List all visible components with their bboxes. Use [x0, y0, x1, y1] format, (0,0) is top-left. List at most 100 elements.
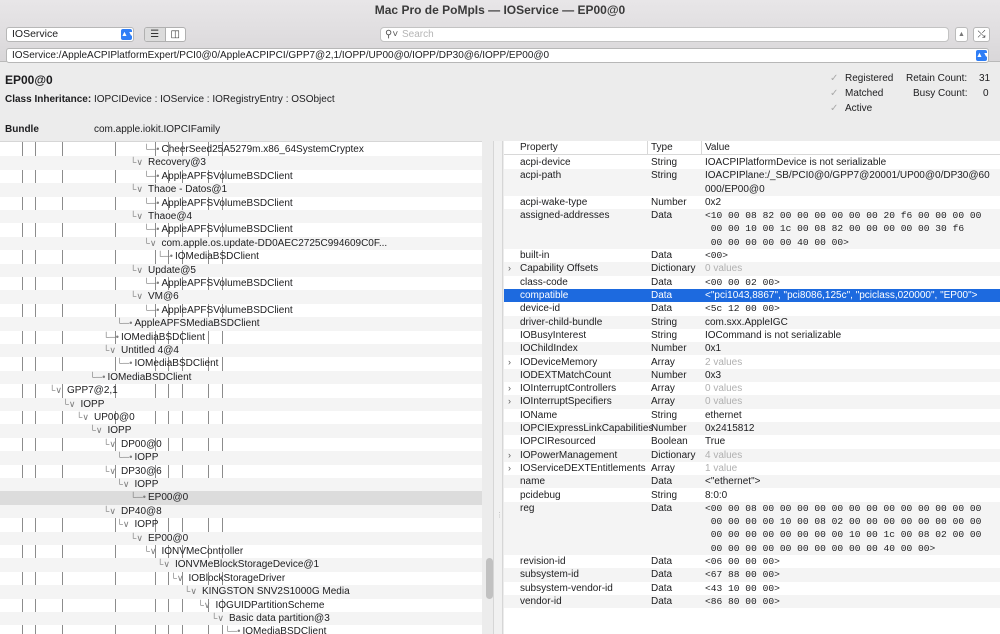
- plane-select[interactable]: IOService ▲▼: [6, 27, 135, 42]
- property-row[interactable]: acpi-device String IOACPIPlatformDevice is…: [504, 156, 1000, 169]
- list-view-icon[interactable]: ☰: [145, 28, 165, 41]
- column-header-type[interactable]: Type: [651, 141, 673, 154]
- tree-node[interactable]: └∨ Thaoe - Datos@1: [0, 183, 482, 197]
- disclosure-open-icon[interactable]: └∨: [130, 156, 143, 169]
- disclosure-open-icon[interactable]: └∨: [144, 237, 157, 250]
- property-row[interactable]: subsystem-vendor-id Data <43 10 00 00>: [504, 582, 1000, 595]
- property-row[interactable]: revision-id Data <06 00 00 00>: [504, 555, 1000, 568]
- tree-node[interactable]: └─• IOMediaBSDClient: [0, 331, 482, 344]
- tree-node[interactable]: └─• EP00@0: [0, 491, 482, 505]
- disclosure-open-icon[interactable]: └∨: [117, 518, 130, 531]
- tree-node[interactable]: └∨ UP00@0: [0, 411, 482, 424]
- view-mode-control[interactable]: ☰ ◫: [144, 27, 186, 42]
- disclosure-open-icon[interactable]: └∨: [49, 384, 62, 397]
- tree-node[interactable]: └─• AppleAPFSVolumeBSDClient: [0, 197, 482, 210]
- tree-node[interactable]: └─• IOPP: [0, 451, 482, 465]
- tree-node[interactable]: └─• IOMediaBSDClient: [0, 250, 482, 263]
- column-header-property[interactable]: Property: [520, 141, 558, 154]
- tree-node[interactable]: └∨ IONVMeBlockStorageDevice@1: [0, 558, 482, 572]
- property-row[interactable]: › IODeviceMemory Array 2 values: [504, 356, 1000, 369]
- disclosure-open-icon[interactable]: └∨: [211, 612, 224, 625]
- disclosure-icon[interactable]: ›: [508, 382, 511, 395]
- tree-node[interactable]: └∨ VM@6: [0, 290, 482, 304]
- search-field[interactable]: ⚲˅ Search: [380, 27, 949, 42]
- tree-node[interactable]: └∨ Update@5: [0, 263, 482, 277]
- disclosure-open-icon[interactable]: └∨: [171, 572, 184, 585]
- property-row[interactable]: vendor-id Data <86 80 00 00>: [504, 594, 1000, 609]
- tree-node[interactable]: └∨ com.apple.os.update-DD0AEC2725C994609C…: [0, 236, 482, 251]
- property-row[interactable]: pcidebug String 8:0:0: [504, 489, 1000, 502]
- property-row[interactable]: IOName String ethernet: [504, 409, 1000, 422]
- tree-node[interactable]: └∨ IOBlockStorageDriver: [0, 572, 482, 585]
- property-row[interactable]: driver-child-bundle String com.sxx.AppleIG…: [504, 315, 1000, 329]
- property-row[interactable]: › IOInterruptControllers Array 0 values: [504, 382, 1000, 395]
- property-row[interactable]: device-id Data <5c 12 00 00>: [504, 302, 1000, 315]
- disclosure-open-icon[interactable]: └∨: [103, 505, 116, 518]
- disclosure-open-icon[interactable]: └∨: [130, 290, 143, 303]
- column-header-value[interactable]: Value: [705, 141, 730, 154]
- tree-node[interactable]: └∨ DP40@8: [0, 504, 482, 519]
- disclosure-icon[interactable]: ›: [508, 262, 511, 275]
- disclosure-open-icon[interactable]: └∨: [130, 532, 143, 545]
- property-row[interactable]: compatible Data <"pci1043,8867", "pci8086,…: [504, 289, 1000, 303]
- disclosure-open-icon[interactable]: └∨: [103, 438, 116, 451]
- tree-node[interactable]: └∨ EP00@0: [0, 531, 482, 545]
- tree-node[interactable]: └─• AppleAPFSVolumeBSDClient: [0, 277, 482, 290]
- disclosure-open-icon[interactable]: └∨: [103, 344, 116, 357]
- property-row[interactable]: subsystem-id Data <67 88 00 00>: [504, 568, 1000, 582]
- property-row[interactable]: IOChildIndex Number 0x1: [504, 342, 1000, 356]
- tree-node[interactable]: └∨ IONVMeController: [0, 545, 482, 558]
- disclosure-open-icon[interactable]: └∨: [130, 210, 143, 223]
- tree-node[interactable]: └∨ DP00@0: [0, 438, 482, 451]
- disclosure-open-icon[interactable]: └∨: [117, 478, 130, 491]
- disclosure-open-icon[interactable]: └∨: [103, 465, 116, 478]
- disclosure-icon[interactable]: ›: [508, 449, 511, 462]
- tree-node[interactable]: └∨ IOPP: [0, 518, 482, 531]
- disclosure-open-icon[interactable]: └∨: [63, 398, 76, 411]
- tree-node[interactable]: └─• AppleAPFSVolumeBSDClient: [0, 304, 482, 317]
- tree-node[interactable]: └∨ DP30@6: [0, 465, 482, 478]
- property-row[interactable]: › Capability Offsets Dictionary 0 values: [504, 262, 1000, 276]
- property-row[interactable]: assigned-addresses Data <10 00 08 82 00 00…: [504, 209, 1000, 250]
- tree-node[interactable]: └─• AppleAPFSMediaBSDClient: [0, 317, 482, 331]
- property-row[interactable]: class-code Data <00 00 02 00>: [504, 276, 1000, 289]
- tree-node[interactable]: └∨ Basic data partition@3: [0, 612, 482, 626]
- tree-node[interactable]: └∨ KINGSTON SNV2S1000G Media: [0, 585, 482, 599]
- tree-node[interactable]: └∨ IOPP: [0, 397, 482, 411]
- column-view-icon[interactable]: ◫: [164, 28, 186, 41]
- disclosure-open-icon[interactable]: └∨: [198, 599, 211, 612]
- tree-node[interactable]: └∨ IOGUIDPartitionScheme: [0, 599, 482, 612]
- search-stepper[interactable]: ▲: [955, 27, 968, 42]
- property-row[interactable]: acpi-path String IOACPIPlane:/_SB/PCI0@0/G…: [504, 169, 1000, 196]
- tree-node[interactable]: └∨ IOPP: [0, 424, 482, 438]
- registry-tree[interactable]: └─• CheerSeed25A5279m.x86_64SystemCryptex…: [0, 141, 482, 634]
- property-row[interactable]: IODEXTMatchCount Number 0x3: [504, 368, 1000, 383]
- property-row[interactable]: › IOPowerManagement Dictionary 4 values: [504, 448, 1000, 462]
- tree-node[interactable]: └∨ Recovery@3: [0, 156, 482, 170]
- tree-node[interactable]: └─• IOMediaBSDClient: [0, 625, 482, 634]
- disclosure-icon[interactable]: ›: [508, 356, 511, 369]
- tree-node[interactable]: └─• AppleAPFSVolumeBSDClient: [0, 170, 482, 183]
- property-row[interactable]: name Data <"ethernet">: [504, 475, 1000, 489]
- disclosure-open-icon[interactable]: └∨: [184, 585, 197, 598]
- disclosure-open-icon[interactable]: └∨: [157, 558, 170, 571]
- disclosure-open-icon[interactable]: └∨: [90, 424, 103, 437]
- property-row[interactable]: reg Data <00 00 08 00 00 00 00 00 00 00 00…: [504, 501, 1000, 555]
- property-row[interactable]: IOPCIResourced Boolean True: [504, 435, 1000, 448]
- disclosure-icon[interactable]: ›: [508, 395, 511, 408]
- tree-node[interactable]: └∨ GPP7@2,1: [0, 384, 482, 397]
- tree-scrollbar[interactable]: [486, 558, 493, 599]
- tree-node[interactable]: └─• IOMediaBSDClient: [0, 357, 482, 370]
- property-row[interactable]: IOBusyInterest String IOCommand is not ser…: [504, 329, 1000, 342]
- disclosure-open-icon[interactable]: └∨: [130, 183, 143, 196]
- disclosure-open-icon[interactable]: └∨: [144, 545, 157, 558]
- property-row[interactable]: IOPCIExpressLinkCapabilities Number 0x2415…: [504, 422, 1000, 436]
- tree-node[interactable]: └∨ Untitled 4@4: [0, 344, 482, 358]
- path-field[interactable]: IOService:/AppleACPIPlatformExpert/PCI0@…: [6, 48, 989, 63]
- split-divider[interactable]: ⋮: [493, 141, 503, 634]
- tree-node[interactable]: └─• AppleAPFSVolumeBSDClient: [0, 223, 482, 236]
- disclosure-icon[interactable]: ›: [508, 462, 511, 475]
- property-row[interactable]: › IOInterruptSpecifiers Array 0 values: [504, 395, 1000, 409]
- tree-node[interactable]: └∨ Thaoe@4: [0, 210, 482, 224]
- property-row[interactable]: › IOServiceDEXTEntitlements Array 1 value: [504, 462, 1000, 475]
